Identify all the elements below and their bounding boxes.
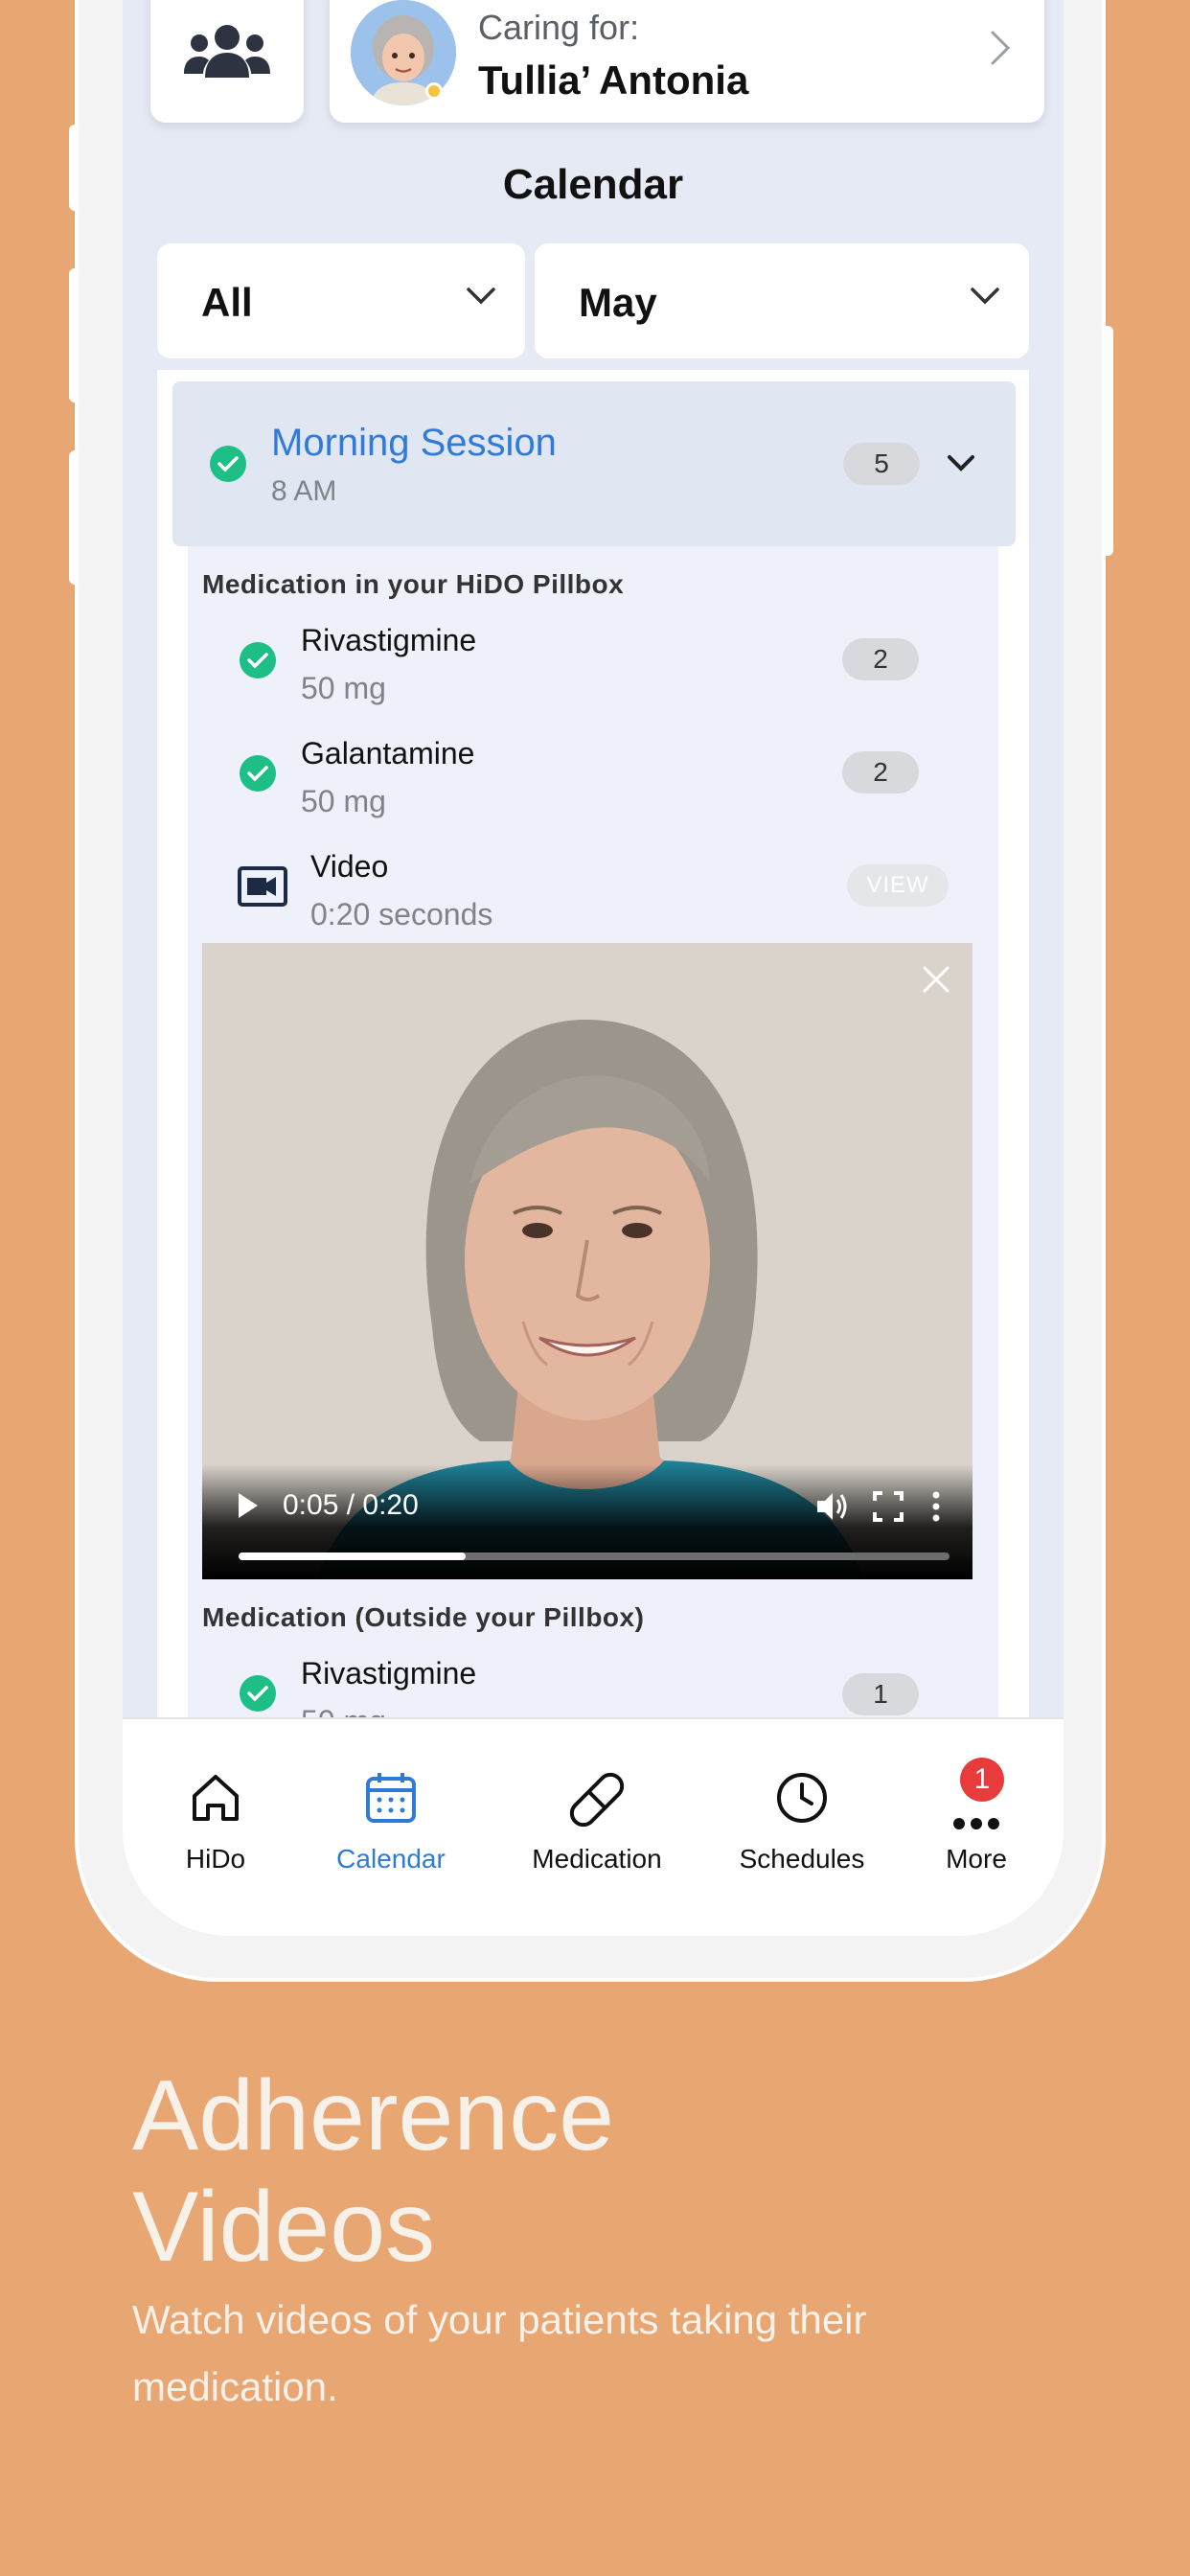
month-select[interactable]: May: [535, 243, 1029, 358]
play-icon[interactable]: [237, 1491, 260, 1520]
check-circle-icon: [240, 755, 276, 792]
notification-badge: 1: [960, 1758, 1004, 1802]
video-duration: 0:20 seconds: [310, 897, 493, 932]
volume-icon[interactable]: [815, 1489, 850, 1524]
more-dots-icon: [953, 1818, 999, 1829]
headline-line-2: Videos: [132, 2172, 436, 2283]
home-icon: [193, 1775, 239, 1821]
chevron-down-icon: [467, 288, 495, 305]
video-player[interactable]: 0:05 / 0:20: [202, 943, 973, 1579]
marketing-subline: Watch videos of your patients taking the…: [132, 2297, 867, 2409]
med-count-badge: 1: [842, 1673, 919, 1715]
calendar-icon: [366, 1773, 416, 1823]
med-count-badge: 2: [842, 638, 919, 680]
nav-label: Medication: [532, 1844, 662, 1874]
filter-select[interactable]: All: [157, 243, 525, 358]
video-title: Video: [310, 849, 389, 884]
session-time: 8 AM: [271, 475, 337, 507]
med-name: Rivastigmine: [301, 1656, 477, 1690]
fullscreen-icon[interactable]: [873, 1491, 904, 1522]
med-count-badge: 2: [842, 751, 919, 794]
med-dose: 50 mg: [301, 784, 386, 818]
nav-label: Calendar: [336, 1844, 446, 1874]
nav-label: Schedules: [739, 1844, 865, 1874]
video-time-display: 0:05 / 0:20: [283, 1489, 419, 1521]
med-name: Rivastigmine: [301, 623, 477, 657]
med-dose: 50 mg: [301, 671, 386, 705]
filter-select-value: All: [201, 280, 253, 325]
view-video-button[interactable]: VIEW: [847, 864, 949, 907]
patient-name: Tullia’ Antonia: [478, 58, 749, 103]
users-group-icon: [184, 25, 270, 78]
pill-icon: [569, 1772, 625, 1828]
check-circle-icon: [240, 642, 276, 678]
video-camera-icon: [238, 866, 287, 907]
clock-icon: [777, 1773, 827, 1823]
close-icon[interactable]: [921, 964, 951, 995]
page-title: Calendar: [502, 161, 684, 208]
marketing-headline: Adherence Videos: [132, 2060, 614, 2283]
caring-for-card[interactable]: Caring for: Tullia’ Antonia: [330, 0, 1044, 123]
headline-line-1: Adherence: [132, 2060, 615, 2172]
med-name: Galantamine: [301, 736, 475, 770]
session-title: Morning Session: [271, 422, 557, 464]
video-controls: 0:05 / 0:20: [202, 1464, 973, 1579]
nav-label: HiDo: [185, 1844, 246, 1874]
care-group-button[interactable]: [150, 0, 304, 123]
video-progress-track[interactable]: [239, 1552, 950, 1560]
month-select-value: May: [579, 280, 657, 325]
check-circle-icon: [210, 446, 246, 482]
chevron-down-icon[interactable]: [947, 454, 975, 473]
check-circle-icon: [240, 1675, 276, 1712]
outside-section-label: Medication (Outside your Pillbox): [202, 1602, 645, 1632]
chevron-right-icon: [991, 31, 1011, 65]
status-dot: [425, 82, 443, 100]
more-vertical-icon[interactable]: [930, 1491, 942, 1522]
bottom-nav: HiDo Calendar Medication Schedules More: [123, 1717, 1064, 1936]
pillbox-section-label: Medication in your HiDO Pillbox: [202, 569, 625, 599]
nav-label: More: [946, 1844, 1007, 1874]
chevron-down-icon: [971, 288, 999, 305]
video-progress-fill: [239, 1552, 467, 1560]
caring-for-label: Caring for:: [478, 8, 640, 47]
session-count-badge: 5: [843, 443, 920, 485]
